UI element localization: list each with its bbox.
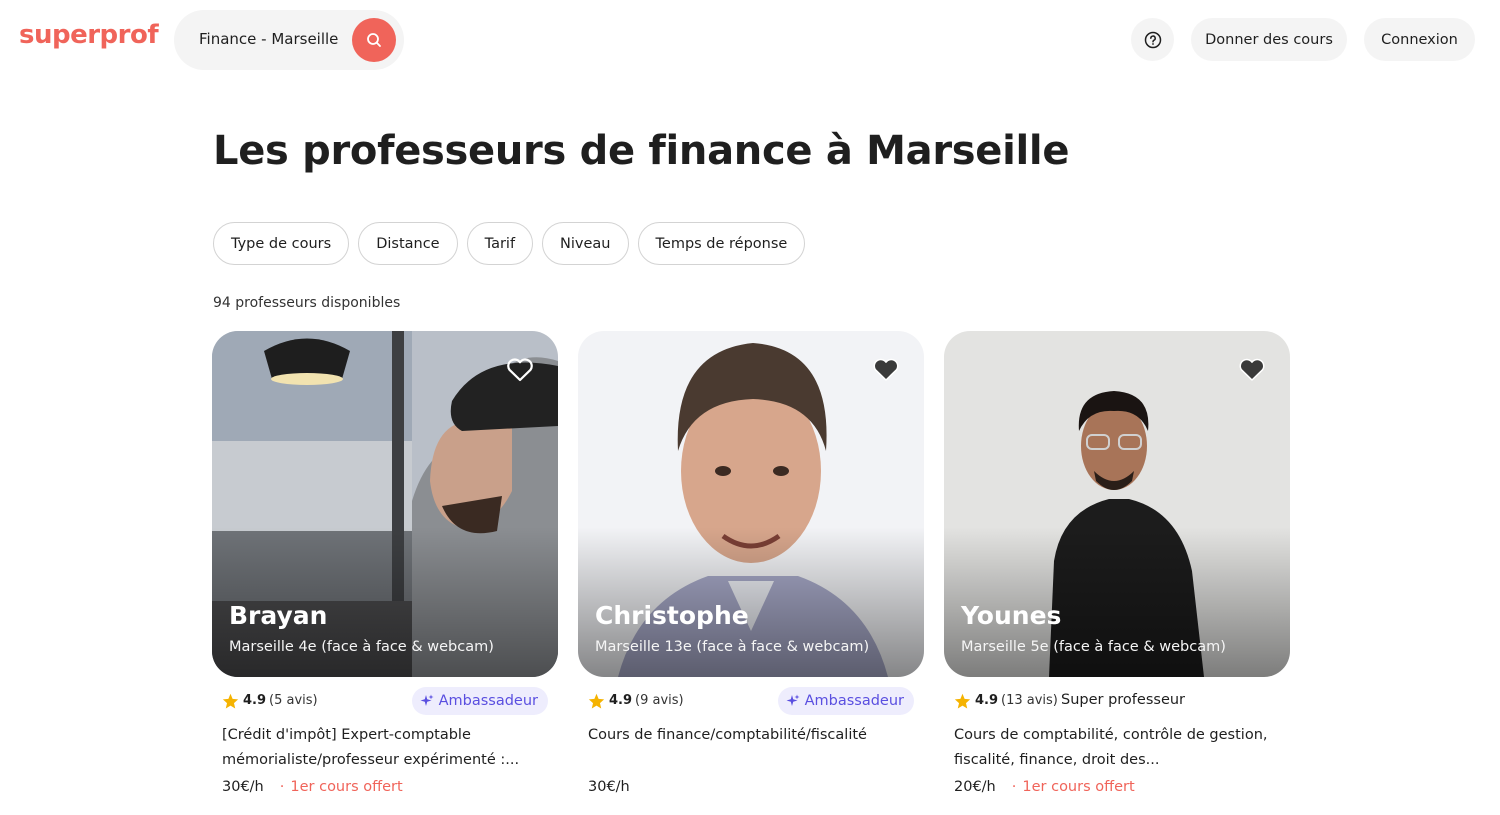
teacher-description[interactable]: Cours de finance/comptabilité/fiscalité [578,723,924,775]
badge-label: Ambassadeur [804,693,904,709]
heart-icon[interactable] [506,357,534,383]
help-icon [1144,31,1161,48]
hourly-price: 30€/h [222,779,264,795]
teacher-card[interactable]: Brayan Marseille 4e (face à face & webca… [212,331,558,795]
sparkle-icon [420,694,434,706]
search-query[interactable]: Finance - Marseille [199,30,338,48]
filter-bar: Type de cours Distance Tarif Niveau Temp… [213,222,806,265]
offer-label: 1er cours offert [1022,779,1135,795]
teacher-description[interactable]: [Crédit d'impôt] Expert-comptable mémori… [212,723,558,775]
filter-response-time[interactable]: Temps de réponse [637,222,806,265]
review-count: (9 avis) [635,693,684,708]
rating-value: 4.9 [243,693,267,708]
description-line: Cours de comptabilité, contrôle de gesti… [954,727,1268,743]
ambassador-badge: Ambassadeur [411,687,548,715]
description-line: fiscalité, finance, droit des... [954,752,1160,768]
teacher-photo[interactable]: Younes Marseille 5e (face à face & webca… [944,331,1290,677]
help-button[interactable] [1131,18,1174,61]
teacher-card[interactable]: Christophe Marseille 13e (face à face & … [578,331,924,795]
heart-icon[interactable] [1238,357,1266,383]
price-row: 20€/h · 1er cours offert [944,775,1290,795]
results-count: 94 professeurs disponibles [213,295,401,311]
price-row: 30€/h · 1er cours offert [212,775,558,795]
teacher-name: Younes [961,601,1062,630]
teacher-location: Marseille 4e (face à face & webcam) [229,639,494,655]
teacher-card[interactable]: Younes Marseille 5e (face à face & webca… [944,331,1290,795]
teacher-photo[interactable]: Brayan Marseille 4e (face à face & webca… [212,331,558,677]
search-button[interactable] [352,18,396,62]
offer-label: 1er cours offert [290,779,403,795]
teacher-name: Brayan [229,601,328,630]
filter-level[interactable]: Niveau [542,222,629,265]
review-count: (5 avis) [269,693,318,708]
star-icon [588,693,605,709]
star-icon [222,693,239,709]
teacher-photo[interactable]: Christophe Marseille 13e (face à face & … [578,331,924,677]
first-lesson-offer: · 1er cours offert [1011,779,1135,795]
teacher-meta: 4.9 (9 avis) Ambassadeur [578,677,924,723]
search-box[interactable]: Finance - Marseille [174,10,404,70]
rating-value: 4.9 [609,693,633,708]
teacher-location: Marseille 5e (face à face & webcam) [961,639,1226,655]
review-count: (13 avis) [1001,693,1058,708]
sparkle-icon [786,694,800,706]
filter-course-type[interactable]: Type de cours [213,222,350,265]
login-button[interactable]: Connexion [1364,18,1475,61]
rating-value: 4.9 [975,693,999,708]
teacher-meta: 4.9 (13 avis) Super professeur [944,677,1290,723]
teacher-description[interactable]: Cours de comptabilité, contrôle de gesti… [944,723,1290,775]
filter-distance[interactable]: Distance [358,222,458,265]
price-row: 30€/h [578,775,924,795]
search-icon [367,33,381,47]
description-line: [Crédit d'impôt] Expert-comptable [222,727,471,743]
teach-button[interactable]: Donner des cours [1191,18,1347,61]
hourly-price: 20€/h [954,779,996,795]
badge-label: Ambassadeur [438,693,538,709]
page-title: Les professeurs de finance à Marseille [213,128,1070,174]
logo[interactable]: superprof [19,20,159,50]
description-line: Cours de finance/comptabilité/fiscalité [588,727,867,743]
description-line: mémorialiste/professeur expérimenté :... [222,752,520,768]
teacher-location: Marseille 13e (face à face & webcam) [595,639,870,655]
star-icon [954,693,971,709]
teacher-name: Christophe [595,601,749,630]
first-lesson-offer: · 1er cours offert [279,779,403,795]
heart-icon[interactable] [872,357,900,383]
teacher-meta: 4.9 (5 avis) Ambassadeur [212,677,558,723]
filter-price[interactable]: Tarif [466,222,534,265]
super-teacher-label: Super professeur [1061,692,1186,708]
ambassador-badge: Ambassadeur [777,687,914,715]
hourly-price: 30€/h [588,779,630,795]
